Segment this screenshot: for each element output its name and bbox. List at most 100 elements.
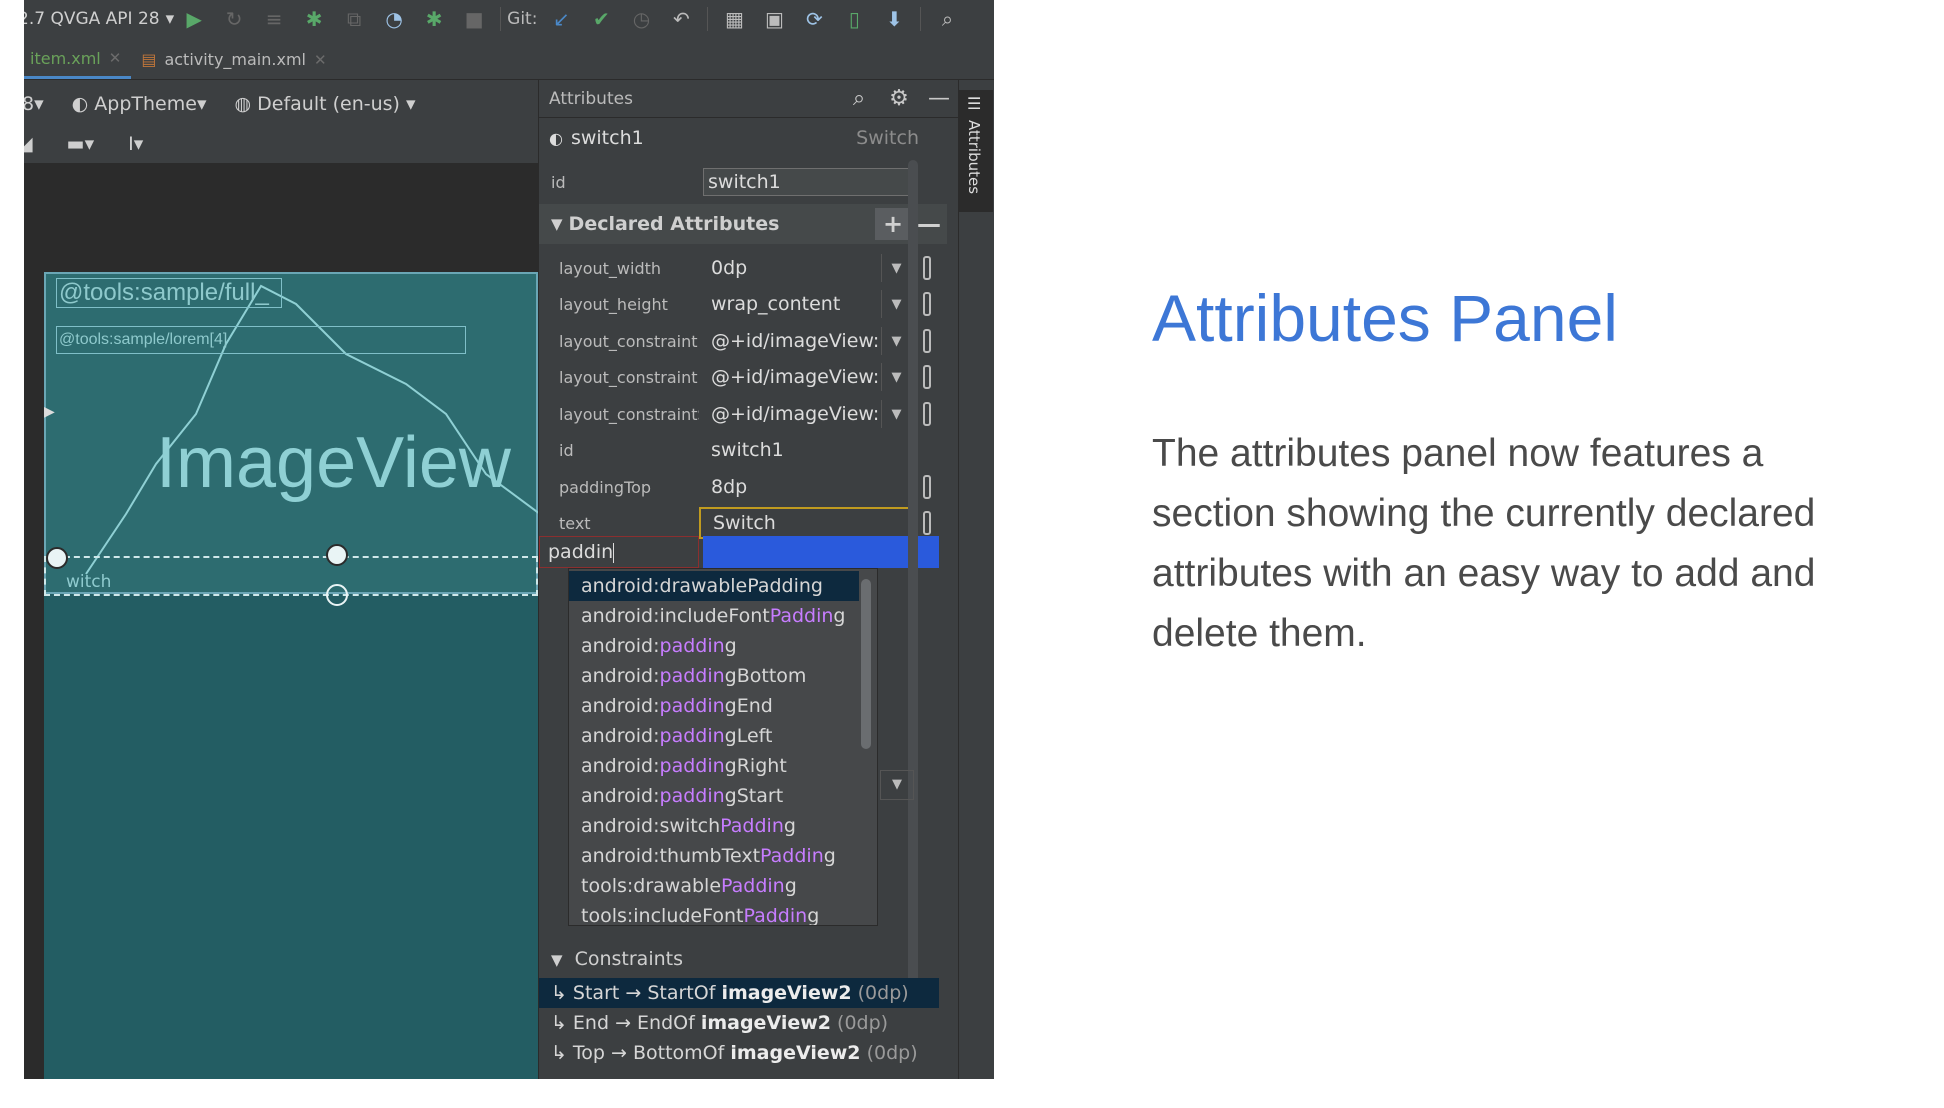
theme-dropdown[interactable]: ◐ AppTheme▾ [72, 93, 207, 115]
panel-scrollbar[interactable] [908, 160, 918, 990]
chevron-down-icon[interactable]: ▼ [881, 327, 911, 355]
resize-handle[interactable] [46, 547, 68, 569]
revert-icon[interactable]: ↶ [661, 0, 701, 37]
suggestion-item[interactable]: android:paddingRight [569, 751, 859, 781]
constraint-margin: (0dp) [831, 1012, 889, 1034]
sdk-icon[interactable]: ⬇ [874, 0, 914, 37]
git-commit-icon[interactable]: ✔ [581, 0, 621, 37]
suggestion-prefix: android: [581, 755, 660, 777]
attribute-value[interactable]: 8dp [699, 476, 911, 498]
resource-picker-icon[interactable] [923, 329, 931, 353]
history-icon[interactable]: ◷ [621, 0, 661, 37]
suggestion-item[interactable]: android:paddingBottom [569, 661, 859, 691]
attribute-value[interactable]: switch1 [699, 439, 939, 461]
suggestion-item[interactable]: android:includeFontPadding [569, 601, 859, 631]
attribute-value[interactable]: @+id/imageView: [699, 366, 881, 388]
suggestion-item[interactable]: tools:drawablePadding [569, 871, 859, 901]
debug-attach-icon[interactable]: ✱ [414, 0, 454, 37]
suggestion-item[interactable]: android:switchPadding [569, 811, 859, 841]
suggestion-prefix: tools:includeFont [581, 905, 744, 926]
device-selector[interactable]: 2.7 QVGA API 28 ▾ [24, 9, 174, 29]
attribute-name: paddingTop [559, 477, 652, 497]
declared-attributes-title: Declared Attributes [568, 213, 780, 235]
chevron-down-icon[interactable]: ▼ [881, 400, 911, 428]
suggestion-suffix: gStart [724, 785, 784, 807]
suggestion-item[interactable]: android:padding [569, 631, 859, 661]
tab-activity-main-xml[interactable]: ▤ activity_main.xml ✕ [131, 40, 336, 79]
chevron-down-icon[interactable]: ▼ [880, 770, 914, 800]
align-dropdown-icon[interactable]: ▬▾ [67, 133, 95, 155]
resource-picker-icon[interactable] [923, 475, 931, 499]
suggestion-suffix: gRight [724, 755, 787, 777]
terminal-icon[interactable]: ▣ [754, 0, 794, 37]
tab-item-xml[interactable]: item.xml ✕ [24, 40, 132, 79]
resource-picker-icon[interactable] [923, 365, 931, 389]
id-label: id [551, 172, 566, 192]
suggestion-item[interactable]: android:drawablePadding [569, 571, 859, 601]
close-icon[interactable]: ✕ [314, 51, 327, 69]
locale-dropdown[interactable]: ◍ Default (en-us) ▾ [234, 93, 415, 115]
gear-icon[interactable]: ⚙ [879, 86, 919, 111]
design-canvas[interactable]: @tools:sample/full_ @tools:sample/lorem[… [24, 164, 538, 1079]
attribute-value[interactable]: wrap_content [699, 293, 881, 315]
suggestion-item[interactable]: android:paddingEnd [569, 691, 859, 721]
search-icon[interactable]: ⌕ [927, 0, 967, 37]
popup-scrollbar[interactable] [861, 579, 871, 749]
attribute-value[interactable]: @+id/imageView: [699, 330, 881, 352]
sync-icon[interactable]: ⟳ [794, 0, 834, 37]
attribute-value[interactable]: @+id/imageView: [699, 403, 881, 425]
imageview-preview[interactable]: @tools:sample/full_ @tools:sample/lorem[… [44, 272, 538, 594]
suggestion-suffix: gEnd [724, 695, 773, 717]
chevron-down-icon[interactable]: ▼ [881, 363, 911, 391]
run-icon[interactable]: ▶ [174, 0, 214, 37]
suggestion-prefix: android: [581, 635, 660, 657]
constraint-row[interactable]: ↳ End → EndOf imageView2 (0dp) [539, 1008, 939, 1038]
pan-icon[interactable]: ◢ [24, 133, 33, 155]
chevron-down-icon: ▾ [34, 93, 44, 115]
project-structure-icon[interactable]: ▦ [714, 0, 754, 37]
attribute-value[interactable]: 0dp [699, 257, 881, 279]
new-attribute-name-input[interactable]: paddin [539, 536, 699, 568]
constraint-handle[interactable] [326, 544, 348, 566]
attributes-header: Attributes ⌕ ⚙ — [539, 80, 959, 118]
remove-attribute-button[interactable]: — [915, 210, 943, 238]
attach-icon[interactable]: ⧉ [334, 0, 374, 37]
new-attribute-value-input[interactable] [703, 536, 939, 568]
profile-icon[interactable]: ◔ [374, 0, 414, 37]
search-icon[interactable]: ⌕ [839, 86, 879, 111]
suggestion-item[interactable]: tools:includeFontPadding [569, 901, 859, 926]
chevron-down-icon[interactable]: ▼ [881, 254, 911, 282]
stop-icon[interactable]: ■ [454, 0, 494, 37]
debug-icon[interactable]: ✱ [294, 0, 334, 37]
chevron-down-icon: ▾ [165, 8, 175, 29]
close-icon[interactable]: ✕ [109, 49, 122, 67]
suggestion-item[interactable]: android:thumbTextPadding [569, 841, 859, 871]
resource-picker-icon[interactable] [923, 256, 931, 280]
suggestion-prefix: android: [581, 665, 660, 687]
suggestion-item[interactable]: android:paddingLeft [569, 721, 859, 751]
add-attribute-button[interactable]: + [875, 208, 911, 240]
constraint-handle[interactable] [326, 584, 348, 606]
list-icon[interactable]: ≡ [254, 0, 294, 37]
declared-attributes-header[interactable]: ▼ Declared Attributes + — [539, 204, 947, 244]
suggestion-prefix: android: [581, 725, 660, 747]
margin-dropdown-icon[interactable]: I▾ [128, 133, 143, 155]
component-type: Switch [856, 127, 919, 149]
constraint-row[interactable]: ↳ Start → StartOf imageView2 (0dp) [539, 978, 939, 1008]
device-manager-icon[interactable]: ▯ [834, 0, 874, 37]
apply-changes-icon[interactable]: ↻ [214, 0, 254, 37]
chevron-down-icon[interactable]: ▼ [881, 290, 911, 318]
attribute-row: layout_height wrap_content ▼ [539, 286, 939, 322]
resource-picker-icon[interactable] [923, 292, 931, 316]
suggestion-item[interactable]: android:paddingStart [569, 781, 859, 811]
api-level-dropdown[interactable]: 8▾ [24, 93, 44, 115]
id-field[interactable]: switch1 [703, 168, 915, 196]
minimize-icon[interactable]: — [919, 86, 959, 111]
switch-preview[interactable]: witch [44, 556, 538, 596]
resource-picker-icon[interactable] [923, 511, 931, 535]
git-update-icon[interactable]: ↙ [541, 0, 581, 37]
constraint-row[interactable]: ↳ Top → BottomOf imageView2 (0dp) [539, 1038, 939, 1068]
resource-picker-icon[interactable] [923, 402, 931, 426]
constraints-header[interactable]: ▼ Constraints [539, 948, 939, 978]
git-label: Git: [507, 8, 538, 29]
